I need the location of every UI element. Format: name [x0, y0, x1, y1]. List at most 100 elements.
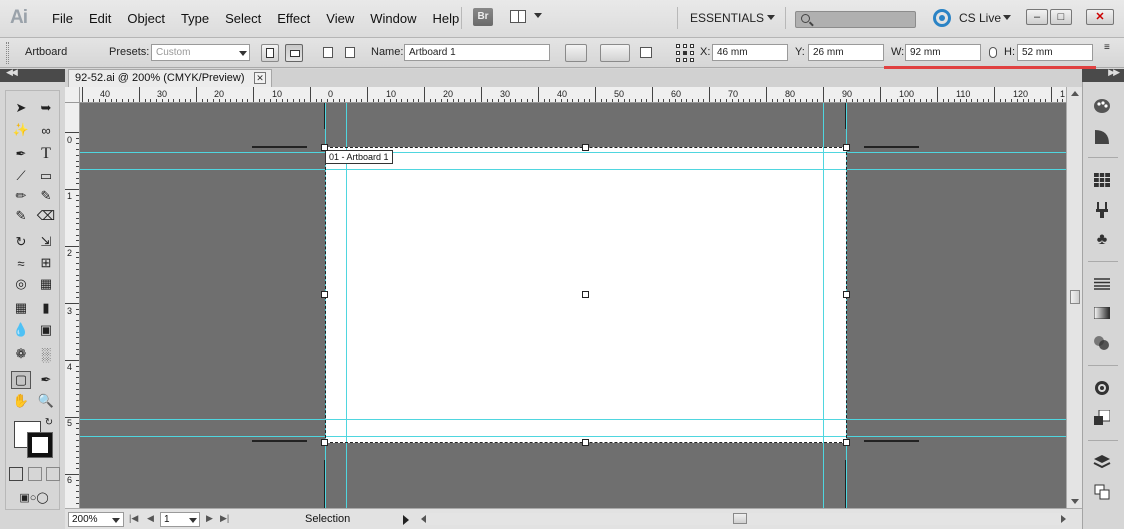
vertical-ruler[interactable]: 0 1 2 3 4 5 6	[65, 103, 80, 508]
height-field[interactable]: 52 mm	[1017, 44, 1093, 61]
magic-wand-tool-icon[interactable]: ✨	[11, 121, 31, 139]
color-guide-panel-icon[interactable]	[1092, 127, 1112, 147]
landscape-button[interactable]	[285, 44, 303, 62]
pen-tool-icon[interactable]: ✒	[11, 145, 31, 163]
gradient-mode-icon[interactable]	[28, 467, 42, 481]
maximize-button[interactable]: □	[1050, 9, 1072, 25]
blob-brush-tool-icon[interactable]: ✎	[11, 207, 31, 225]
reference-point-icon[interactable]	[676, 44, 694, 62]
brushes-panel-icon[interactable]	[1092, 200, 1112, 220]
artboard-options-icon[interactable]	[640, 47, 652, 58]
close-document-icon[interactable]: ✕	[254, 72, 266, 84]
resize-handle[interactable]	[843, 439, 850, 446]
scroll-left-icon[interactable]	[421, 515, 426, 523]
first-artboard-icon[interactable]: |◀	[129, 513, 138, 524]
menu-type[interactable]: Type	[181, 11, 209, 26]
horizontal-ruler[interactable]: 40 30 20 10 0 10 20 30 40 50 60 70 80 90…	[80, 87, 1066, 103]
type-tool-icon[interactable]: T	[36, 145, 56, 163]
panel-dock-header[interactable]: ▶▶	[1082, 67, 1124, 82]
rotate-tool-icon[interactable]: ↻	[11, 233, 31, 251]
rectangle-tool-icon[interactable]: ▭	[36, 167, 56, 185]
resize-handle[interactable]	[843, 144, 850, 151]
drawing-modes-icon[interactable]: ▣○◯	[9, 489, 59, 505]
menu-help[interactable]: Help	[432, 11, 459, 26]
scroll-up-icon[interactable]	[1071, 91, 1079, 96]
show-center-mark-button[interactable]	[600, 44, 630, 62]
menu-select[interactable]: Select	[225, 11, 261, 26]
swap-fill-stroke-icon[interactable]: ↻	[42, 415, 56, 429]
lasso-tool-icon[interactable]: ∞	[36, 121, 56, 139]
warp-tool-icon[interactable]: ≈	[11, 254, 31, 272]
shape-builder-tool-icon[interactable]: ◎	[11, 275, 31, 293]
mesh-tool-icon[interactable]: ▦	[11, 299, 31, 317]
cs-live-menu[interactable]: CS Live	[959, 11, 1001, 25]
arrange-documents-button[interactable]	[508, 8, 542, 26]
workspace-switcher[interactable]: ESSENTIALS	[690, 11, 764, 25]
chevron-down-icon[interactable]	[189, 518, 197, 523]
gradient-panel-icon[interactable]	[1092, 303, 1112, 323]
chevron-down-icon[interactable]	[1003, 15, 1011, 20]
scroll-thumb[interactable]	[733, 513, 747, 524]
transparency-panel-icon[interactable]	[1092, 333, 1112, 353]
resize-handle[interactable]	[321, 144, 328, 151]
eyedropper-tool-icon[interactable]: 💧	[11, 321, 31, 339]
constrain-proportions-icon[interactable]	[989, 47, 997, 58]
color-panel-icon[interactable]	[1092, 96, 1112, 116]
menu-file[interactable]: File	[52, 11, 73, 26]
status-menu-icon[interactable]	[403, 515, 409, 525]
close-button[interactable]: ✕	[1086, 9, 1114, 25]
selection-tool-icon[interactable]: ➤	[11, 99, 31, 117]
menu-effect[interactable]: Effect	[277, 11, 310, 26]
scroll-thumb[interactable]	[1070, 290, 1080, 304]
pencil-tool-icon[interactable]: ✎	[36, 187, 56, 205]
move-copy-artwork-button[interactable]	[565, 44, 587, 62]
status-tool-label[interactable]: Selection	[305, 513, 350, 525]
cs-live-icon[interactable]	[933, 9, 951, 27]
horizontal-scrollbar[interactable]	[421, 513, 1066, 525]
resize-handle[interactable]	[321, 439, 328, 446]
chevron-down-icon[interactable]	[767, 15, 775, 20]
scroll-right-icon[interactable]	[1061, 515, 1066, 523]
previous-artboard-icon[interactable]: ◀	[147, 513, 154, 524]
center-mark[interactable]	[582, 291, 589, 298]
color-mode-icon[interactable]	[9, 467, 23, 481]
graphic-styles-panel-icon[interactable]	[1092, 408, 1112, 428]
none-mode-icon[interactable]	[46, 467, 60, 481]
hand-tool-icon[interactable]: ✋	[11, 392, 31, 410]
width-field[interactable]: 92 mm	[905, 44, 981, 61]
tools-dock-header[interactable]: ◀◀	[0, 67, 65, 82]
artboard-tool-icon[interactable]: ▢	[11, 371, 31, 389]
bridge-button[interactable]: Br	[473, 8, 493, 26]
menu-object[interactable]: Object	[127, 11, 165, 26]
resize-handle[interactable]	[321, 291, 328, 298]
menu-view[interactable]: View	[326, 11, 354, 26]
resize-handle[interactable]	[843, 291, 850, 298]
slice-tool-icon[interactable]: ✒	[36, 371, 56, 389]
gradient-tool-icon[interactable]: ▮	[36, 299, 56, 317]
chevron-down-icon[interactable]	[112, 518, 120, 523]
canvas[interactable]: 01 - Artboard 1	[80, 103, 1066, 508]
presets-select[interactable]: Custom	[151, 44, 250, 61]
ruler-origin[interactable]	[65, 87, 80, 103]
new-artboard-icon[interactable]	[323, 47, 333, 58]
stroke-swatch[interactable]	[28, 433, 52, 457]
appearance-panel-icon[interactable]	[1092, 378, 1112, 398]
column-graph-tool-icon[interactable]: ░	[36, 345, 56, 363]
direct-selection-tool-icon[interactable]: ➥	[36, 99, 56, 117]
blend-tool-icon[interactable]: ▣	[36, 321, 56, 339]
menu-edit[interactable]: Edit	[89, 11, 111, 26]
stroke-panel-icon[interactable]	[1092, 274, 1112, 294]
x-field[interactable]: 46 mm	[712, 44, 788, 61]
last-artboard-icon[interactable]: ▶|	[220, 513, 229, 524]
free-transform-tool-icon[interactable]: ⊞	[36, 254, 56, 272]
document-tab[interactable]: 92-52.ai @ 200% (CMYK/Preview)	[68, 69, 272, 87]
layers-panel-icon[interactable]	[1092, 452, 1112, 472]
delete-artboard-icon[interactable]	[345, 47, 355, 58]
portrait-button[interactable]	[261, 44, 279, 62]
perspective-grid-tool-icon[interactable]: ▦	[36, 275, 56, 293]
artboards-panel-icon[interactable]	[1092, 482, 1112, 502]
artboard-name-field[interactable]: Artboard 1	[404, 44, 550, 61]
chevron-down-icon[interactable]	[239, 51, 247, 56]
vertical-scrollbar[interactable]	[1066, 87, 1082, 508]
help-search-input[interactable]	[795, 11, 916, 28]
